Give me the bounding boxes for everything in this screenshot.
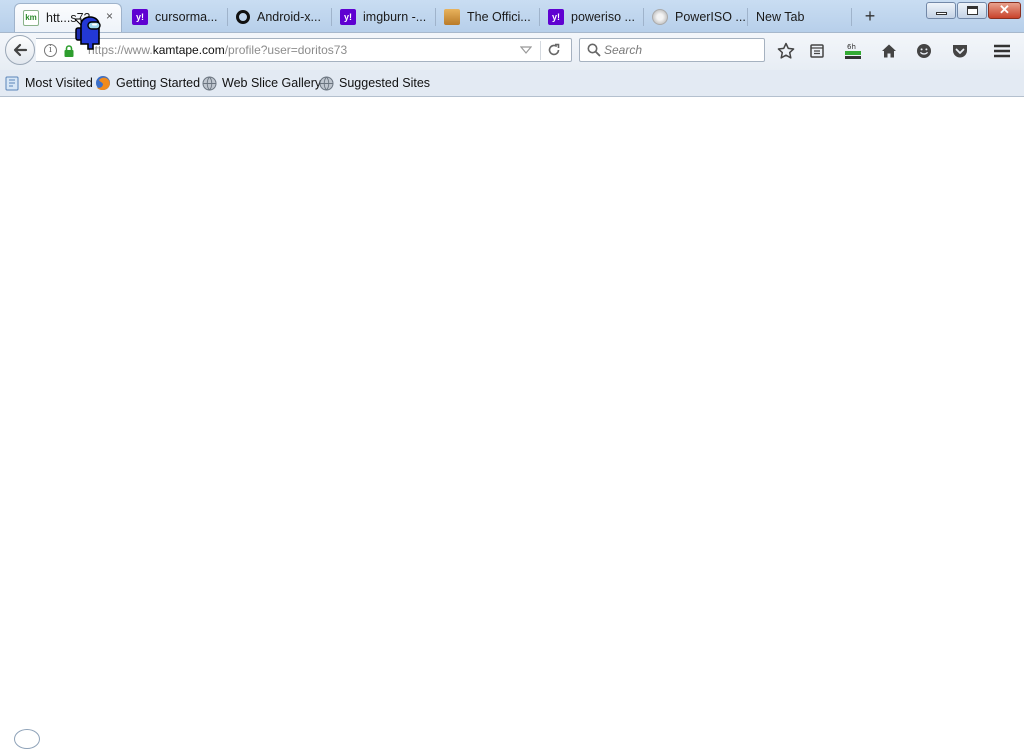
bookmark-web-slice-gallery[interactable]: Web Slice Gallery (201, 75, 321, 91)
close-icon: ✕ (999, 2, 1010, 17)
reading-list-icon (810, 44, 824, 58)
restore-icon (967, 6, 978, 15)
menu-icon (994, 44, 1010, 58)
crewmate-cursor-icon (73, 16, 101, 50)
tab-kamtape[interactable]: km htt...s73 × (14, 3, 122, 32)
yahoo-favicon-icon: y! (132, 9, 148, 25)
tab-label: cursorma... (155, 10, 218, 24)
pocket-button[interactable] (949, 40, 971, 62)
restore-button[interactable] (957, 2, 987, 19)
yahoo-favicon-icon: y! (548, 9, 564, 25)
tab-android[interactable]: Android-x... (228, 4, 332, 30)
bookmark-label: Web Slice Gallery (222, 76, 322, 90)
kamtape-favicon-icon: km (23, 10, 39, 26)
globe-icon (201, 75, 217, 91)
reload-icon[interactable] (547, 43, 561, 57)
history-dropdown-icon[interactable] (520, 45, 532, 55)
tab-label: PowerISO ... (675, 10, 746, 24)
smiley-button[interactable] (913, 40, 935, 62)
url-path: /profile?user=doritos73 (224, 43, 348, 57)
smiley-icon (917, 44, 931, 58)
new-tab-button[interactable]: + (860, 5, 880, 27)
tab-strip: km htt...s73 × y! cursorma... Android-x.… (0, 0, 1024, 32)
pocket-icon (953, 45, 967, 58)
tab-label: New Tab (756, 10, 805, 24)
menu-button[interactable] (991, 40, 1013, 62)
bookmarks-toolbar: Most Visited Getting Started Web Slice G… (0, 70, 1024, 97)
bookmark-star-button[interactable] (775, 40, 797, 62)
corner-overlay-icon (14, 729, 40, 749)
tab-close-icon[interactable]: × (106, 9, 113, 23)
bookmarks-folder-icon (4, 75, 20, 91)
url-text[interactable]: https://www.kamtape.com/profile?user=dor… (88, 43, 347, 57)
tab-poweriso[interactable]: PowerISO ... (644, 4, 748, 30)
ring-favicon-icon (236, 10, 250, 24)
bookmark-suggested-sites[interactable]: Suggested Sites (318, 75, 430, 91)
firefox-icon (95, 75, 111, 91)
reading-list-button[interactable] (806, 40, 828, 62)
tab-official[interactable]: The Offici... (436, 4, 540, 30)
bookmark-most-visited[interactable]: Most Visited (4, 75, 93, 91)
printer-favicon-icon (444, 9, 460, 25)
bookmark-label: Suggested Sites (339, 76, 431, 90)
search-icon[interactable] (587, 43, 601, 57)
back-arrow-icon (13, 43, 28, 57)
tab-label: poweriso ... (571, 10, 635, 24)
globe-icon (318, 75, 334, 91)
tab-new-tab[interactable]: New Tab (748, 4, 852, 30)
minimize-icon (936, 12, 947, 15)
page-content[interactable] (0, 97, 1024, 738)
url-domain: kamtape.com (152, 43, 225, 57)
download-badge: 6h (847, 43, 856, 51)
tab-label: imgburn -... (363, 10, 427, 24)
bookmark-label: Most Visited (25, 76, 93, 90)
back-button[interactable] (5, 35, 35, 65)
tab-label: The Offici... (467, 10, 531, 24)
address-bar[interactable]: i https://www.kamtape.com/profile?user=d… (36, 38, 572, 62)
tab-label: Android-x... (257, 10, 321, 24)
search-input[interactable] (604, 42, 754, 58)
bookmark-star-icon (777, 42, 795, 59)
download-icon: 6h (845, 43, 861, 59)
poweriso-favicon-icon (652, 9, 668, 25)
search-box[interactable] (579, 38, 765, 62)
minimize-button[interactable] (926, 2, 956, 19)
bookmark-getting-started[interactable]: Getting Started (95, 75, 200, 91)
tab-imgburn[interactable]: y! imgburn -... (332, 4, 436, 30)
tab-cursormania[interactable]: y! cursorma... (124, 4, 228, 30)
home-button[interactable] (878, 40, 900, 62)
bookmark-label: Getting Started (116, 76, 201, 90)
site-info-icon[interactable]: i (44, 44, 57, 57)
download-button[interactable]: 6h (842, 40, 864, 62)
tab-poweriso-search[interactable]: y! poweriso ... (540, 4, 644, 30)
navigation-toolbar: i https://www.kamtape.com/profile?user=d… (0, 32, 1024, 70)
window-close-button[interactable]: ✕ (988, 2, 1021, 19)
home-icon (882, 44, 896, 58)
yahoo-favicon-icon: y! (340, 9, 356, 25)
